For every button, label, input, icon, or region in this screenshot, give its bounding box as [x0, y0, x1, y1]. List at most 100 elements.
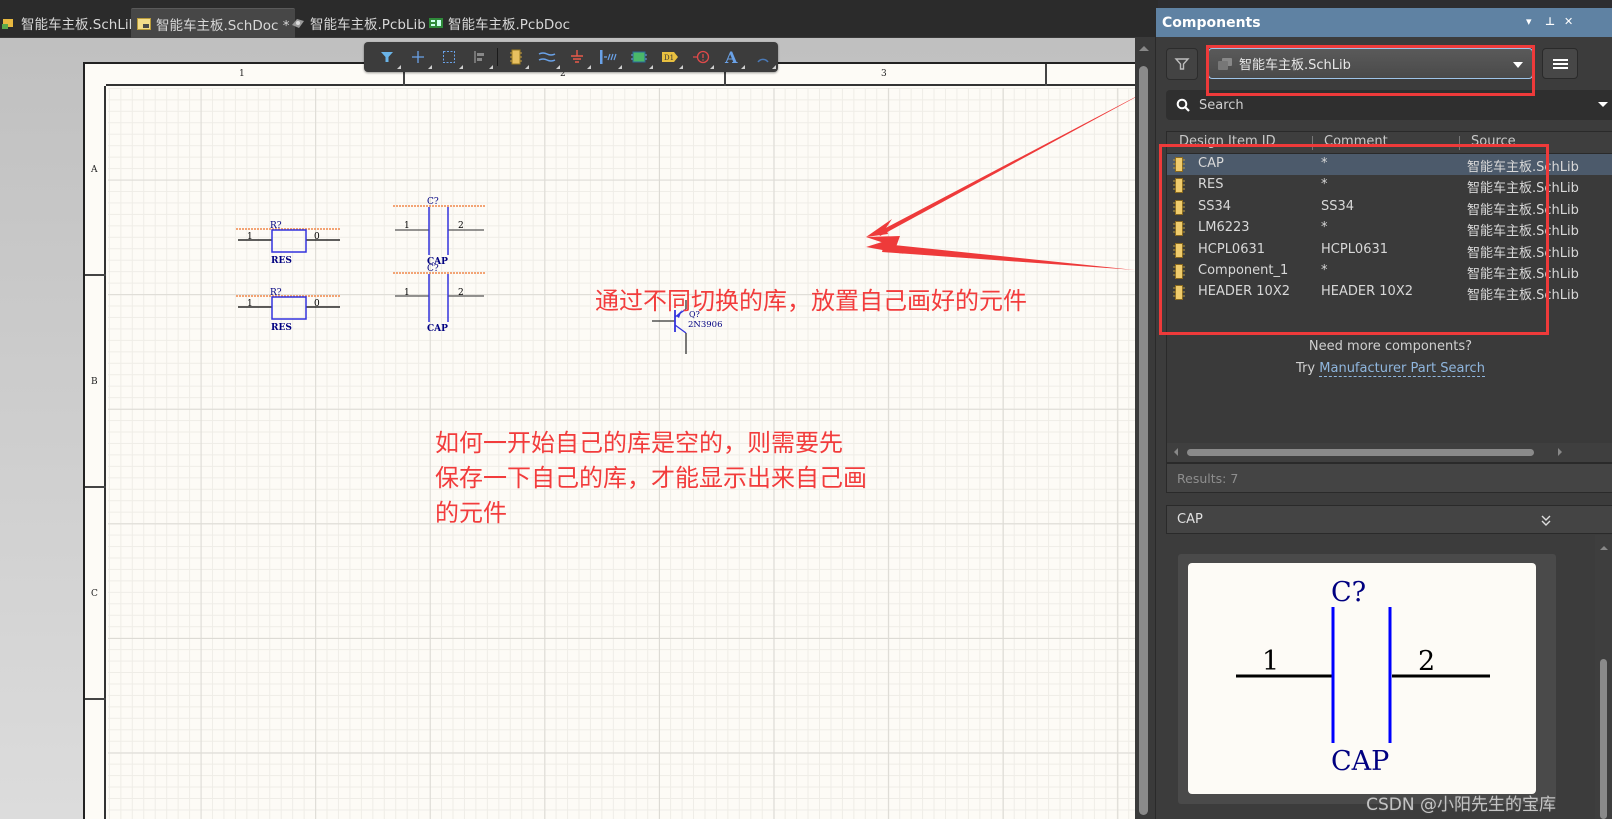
tab-schlib[interactable]: 智能车主板.SchLib	[0, 8, 143, 38]
pcblib-icon	[291, 17, 305, 29]
tab-pcblib[interactable]: 智能车主板.PcbLib	[285, 8, 432, 38]
close-icon[interactable]: ✕	[1564, 15, 1573, 28]
cell-design-item-id: LM6223	[1198, 220, 1250, 236]
table-row[interactable]: Component_1 * 智能车主板.SchLib	[1167, 261, 1612, 282]
column-separator[interactable]	[1459, 136, 1460, 150]
panel-menu-button[interactable]	[1542, 48, 1578, 79]
table-row[interactable]: SS34 SS34 智能车主板.SchLib	[1167, 197, 1612, 218]
designator-label: C?	[427, 264, 439, 274]
panel-menu-dropdown-icon[interactable]: ▾	[1526, 15, 1532, 28]
tab-pcbdoc[interactable]: 智能车主板.PcbDoc	[423, 8, 576, 38]
filter-button[interactable]	[372, 43, 403, 71]
tab-label: 智能车主板.SchDoc *	[156, 17, 290, 34]
select-button[interactable]	[434, 43, 465, 71]
place-arc-button[interactable]	[747, 43, 778, 71]
pin-number: 2	[458, 288, 464, 298]
cell-comment: HEADER 10X2	[1321, 284, 1413, 300]
cell-source: 智能车主板.SchLib	[1467, 245, 1579, 261]
cell-comment: SS34	[1321, 198, 1355, 214]
scrollbar-thumb[interactable]	[1139, 66, 1148, 815]
search-options-dropdown-icon[interactable]	[1598, 102, 1608, 107]
panel-title: Components	[1162, 14, 1261, 31]
scrollbar-thumb[interactable]	[1187, 449, 1534, 456]
resistor-r1[interactable]: R? 1 0 RES	[236, 221, 341, 266]
scroll-left-arrow-icon	[1174, 448, 1178, 456]
annotation-note-switch-library: 通过不同切换的库，放置自己画好的元件	[595, 287, 1027, 315]
try-label: Try	[1296, 361, 1316, 376]
cell-comment: *	[1321, 263, 1328, 278]
capacitor-c2[interactable]: C? 1 2 CAP	[393, 264, 486, 334]
scroll-up-arrow-icon	[1600, 546, 1608, 550]
watermark: CSDN @小阳先生的宝库	[1366, 795, 1556, 815]
components-table: Design Item ID Comment Source CAP * 智能车主板.…	[1166, 131, 1612, 463]
pin-number: 2	[1418, 646, 1435, 677]
annotation-line: 的元件	[435, 499, 507, 527]
table-header: Design Item ID Comment Source	[1167, 132, 1612, 154]
comment-label: CAP	[427, 324, 448, 334]
cell-design-item-id: RES	[1198, 177, 1224, 193]
detail-vertical-scrollbar[interactable]	[1595, 535, 1612, 819]
column-header-source[interactable]: Source	[1471, 134, 1516, 149]
align-button[interactable]	[465, 43, 496, 71]
detail-section-header[interactable]: CAP	[1166, 505, 1612, 534]
place-part-button[interactable]	[500, 43, 531, 71]
tab-label: 智能车主板.PcbDoc	[448, 17, 571, 33]
manufacturer-part-search-link[interactable]: Manufacturer Part Search	[1319, 361, 1485, 377]
place-wire-button[interactable]	[531, 43, 562, 71]
place-text-button[interactable]: A	[716, 43, 747, 71]
cell-comment: *	[1321, 177, 1328, 193]
pin-icon[interactable]: ⊥	[1545, 15, 1555, 28]
component-icon	[1173, 199, 1185, 215]
search-icon	[1176, 98, 1190, 112]
place-harness-button[interactable]	[593, 43, 624, 71]
detail-section-body: C? 1 2 CAP	[1166, 535, 1612, 819]
column-separator[interactable]	[1312, 136, 1313, 150]
component-icon	[1173, 264, 1185, 279]
pin-number: 1	[1262, 646, 1279, 677]
pin-number: 1	[404, 221, 410, 231]
designator-label: C?	[1331, 577, 1366, 608]
sheet-symbol-icon	[631, 51, 648, 63]
cell-design-item-id: HCPL0631	[1198, 241, 1266, 257]
components-panel: Components ▾ ⊥ ✕ 智能车主板.SchLib Search Des…	[1155, 8, 1612, 819]
component-icon	[1173, 285, 1185, 301]
place-port-button[interactable]: D1	[655, 43, 686, 71]
table-row[interactable]: CAP * 智能车主板.SchLib	[1167, 154, 1612, 175]
selected-library: 智能车主板.SchLib	[1239, 58, 1351, 73]
pcbdoc-icon	[429, 17, 443, 29]
canvas-vertical-scrollbar[interactable]	[1135, 38, 1155, 819]
resistor-r2[interactable]: R? 1 0 RES	[236, 288, 341, 333]
column-header-design-item-id[interactable]: Design Item ID	[1179, 134, 1276, 149]
table-horizontal-scrollbar[interactable]	[1167, 443, 1612, 462]
table-row[interactable]: RES * 智能车主板.SchLib	[1167, 175, 1612, 196]
capacitor-c1[interactable]: C? 1 2 CAP	[393, 197, 486, 267]
comment-label: 2N3906	[688, 320, 722, 330]
table-row[interactable]: HCPL0631 HCPL0631 智能车主板.SchLib	[1167, 240, 1612, 261]
annotation-arrows	[866, 97, 1135, 270]
schdoc-icon	[137, 17, 151, 30]
results-count: Results: 7	[1166, 463, 1612, 493]
place-power-button[interactable]	[562, 43, 593, 71]
search-input[interactable]: Search	[1166, 90, 1612, 120]
filter-icon	[1174, 58, 1190, 70]
schematic-canvas[interactable]: 1 2 3 A B C R? 1 0 RES R? 1 0 RES C? 1 2…	[0, 38, 1158, 819]
table-row[interactable]: HEADER 10X2 HEADER 10X2 智能车主板.SchLib	[1167, 282, 1612, 303]
table-row[interactable]: LM6223 * 智能车主板.SchLib	[1167, 218, 1612, 239]
move-button[interactable]	[403, 43, 434, 71]
tab-schdoc[interactable]: 智能车主板.SchDoc *	[131, 8, 296, 38]
comment-label: RES	[271, 323, 292, 333]
component-icon	[1173, 178, 1185, 194]
designator-label: R?	[270, 221, 282, 231]
place-directive-button[interactable]	[685, 43, 716, 71]
scroll-up-arrow-icon[interactable]	[1139, 46, 1149, 51]
column-header-comment[interactable]: Comment	[1324, 134, 1388, 149]
scrollbar-thumb[interactable]	[1600, 659, 1607, 819]
detail-title: CAP	[1177, 512, 1203, 527]
place-sheet-symbol-button[interactable]	[624, 43, 655, 71]
collapse-chevrons-icon	[1541, 515, 1551, 526]
symbol-preview[interactable]: C? 1 2 CAP	[1188, 563, 1536, 794]
cell-design-item-id: HEADER 10X2	[1198, 284, 1290, 300]
annotation-line: 如何一开始自己的库是空的，则需要先	[435, 429, 843, 457]
library-select[interactable]: 智能车主板.SchLib	[1208, 48, 1533, 79]
filter-button[interactable]	[1166, 48, 1198, 80]
